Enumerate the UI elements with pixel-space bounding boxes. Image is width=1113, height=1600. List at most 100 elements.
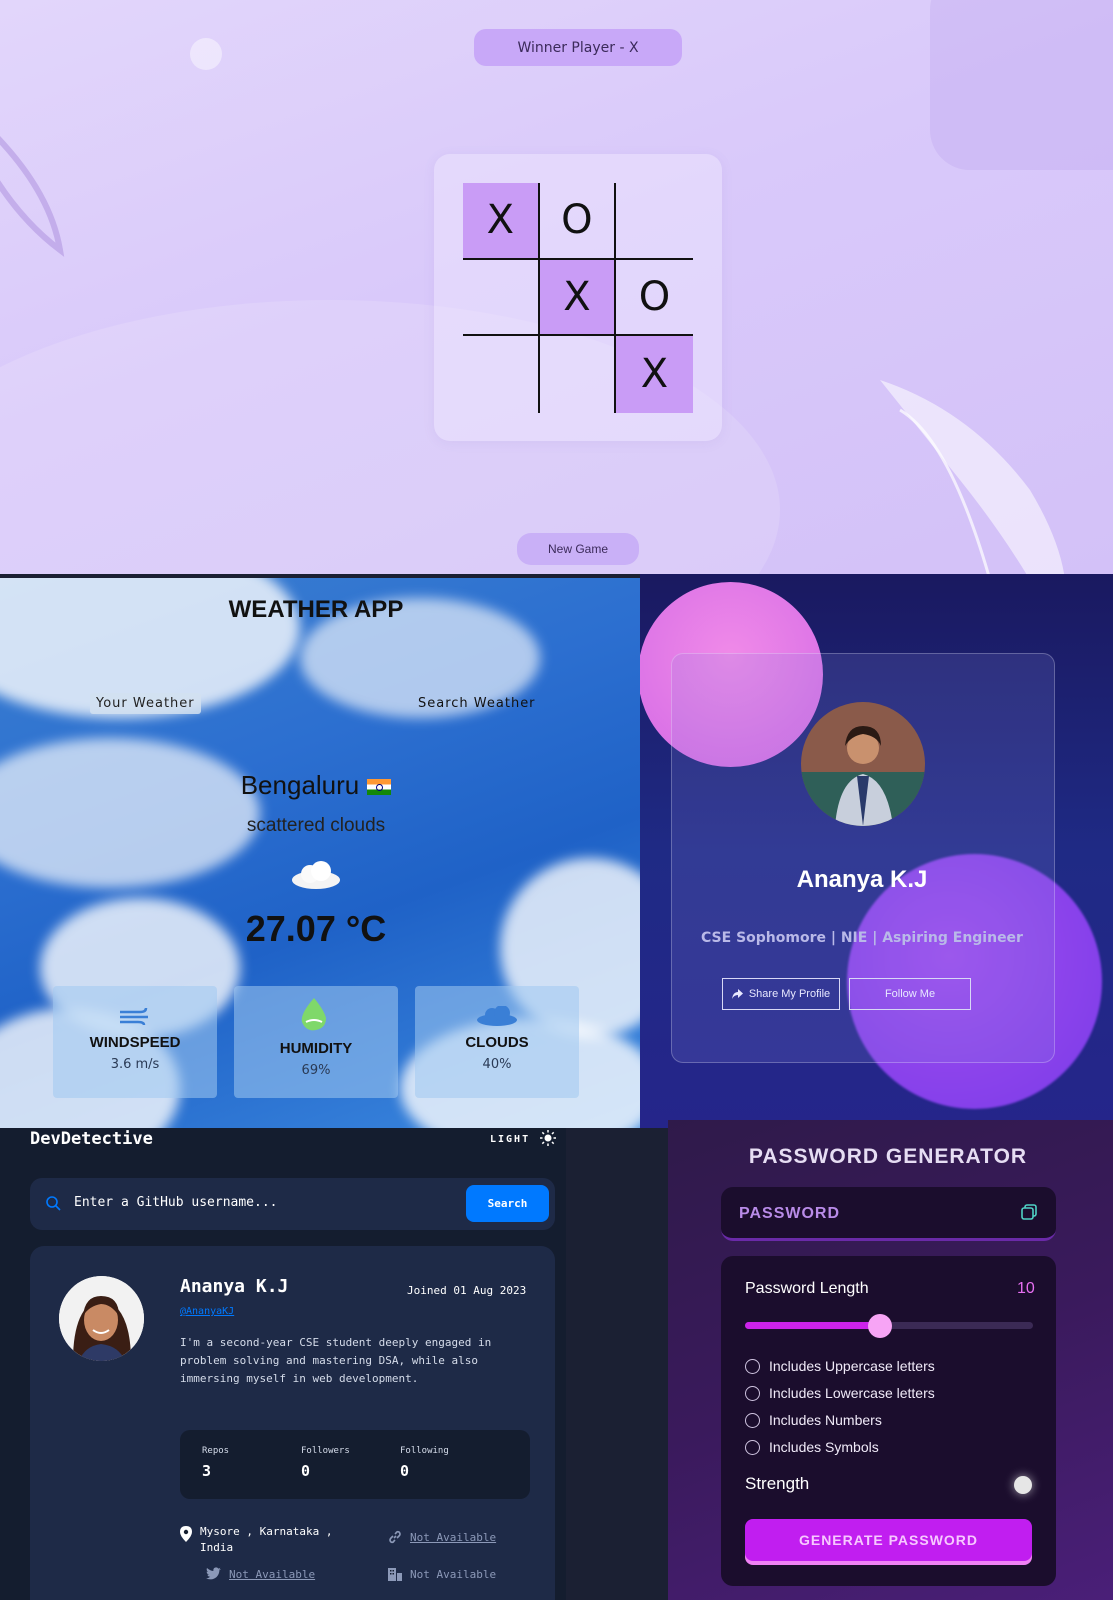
- search-bar: Enter a GitHub username... Search: [30, 1178, 555, 1230]
- profile-tagline: CSE Sophomore | NIE | Aspiring Engineer: [701, 930, 1023, 946]
- stat-value: 0: [400, 1462, 410, 1480]
- checkbox[interactable]: [745, 1439, 760, 1455]
- follow-button[interactable]: Follow Me: [849, 978, 971, 1010]
- option-label: Includes Numbers: [769, 1412, 882, 1428]
- stat-value: 0: [301, 1462, 311, 1480]
- profile-avatar: [801, 702, 925, 826]
- board-cell[interactable]: [540, 336, 617, 413]
- checkbox[interactable]: [745, 1385, 760, 1401]
- weather-card-humidity: HUMIDITY 69%: [234, 986, 398, 1098]
- cloud-icon: [477, 1005, 517, 1026]
- generate-password-button[interactable]: GENERATE PASSWORD: [745, 1519, 1032, 1561]
- stat-label: Following: [400, 1446, 449, 1456]
- weather-card-windspeed: WINDSPEED 3.6 m/s: [53, 986, 217, 1098]
- weather-title: WEATHER APP: [228, 596, 404, 623]
- location-pin-icon: [180, 1526, 192, 1542]
- twitter-link[interactable]: Not Available: [229, 1567, 315, 1583]
- copy-icon[interactable]: [1021, 1204, 1037, 1220]
- website-link[interactable]: Not Available: [410, 1530, 496, 1546]
- link-icon: [389, 1530, 401, 1544]
- location-text: Mysore , Karnataka , India: [200, 1525, 333, 1554]
- stat-value: 3: [202, 1462, 212, 1480]
- tab-search-weather[interactable]: Search Weather: [418, 696, 536, 711]
- temperature-readout: 27.07 °C: [245, 908, 387, 949]
- wind-icon: [120, 1007, 148, 1026]
- board-cell[interactable]: [616, 183, 693, 260]
- info-company: Not Available: [388, 1567, 496, 1583]
- building-icon: [388, 1568, 402, 1581]
- new-game-button[interactable]: New Game: [517, 533, 639, 565]
- share-label: Share My Profile: [748, 988, 831, 1000]
- background-shape: [930, 0, 1113, 170]
- city-label: Bengaluru: [240, 770, 360, 800]
- theme-toggle-label[interactable]: LIGHT: [490, 1134, 530, 1145]
- slider-fill: [745, 1322, 881, 1329]
- card-title: CLOUDS: [465, 1034, 529, 1051]
- share-profile-button[interactable]: Share My Profile: [722, 978, 840, 1010]
- stat-label: Repos: [202, 1446, 230, 1456]
- length-label: Password Length: [745, 1280, 869, 1297]
- info-location: Mysore , Karnataka , India: [180, 1524, 350, 1556]
- length-slider[interactable]: [745, 1314, 1033, 1338]
- tic-tac-toe-panel: Winner Player - X X O X O X New Game: [0, 0, 1113, 574]
- weather-description: scattered clouds: [246, 815, 386, 836]
- strength-indicator: [1014, 1476, 1032, 1494]
- joined-date: Joined 01 Aug 2023: [407, 1284, 527, 1297]
- board-cell[interactable]: X: [616, 336, 693, 413]
- sun-icon[interactable]: [540, 1130, 556, 1146]
- generator-title: PASSWORD GENERATOR: [748, 1145, 1028, 1168]
- password-field[interactable]: PASSWORD: [739, 1205, 840, 1223]
- card-title: HUMIDITY: [279, 1040, 353, 1057]
- user-stats: Repos 3 Followers 0 Following 0: [180, 1430, 530, 1499]
- info-twitter: Not Available: [206, 1567, 315, 1583]
- strength-label: Strength: [745, 1474, 810, 1493]
- stat-followers: Followers 0: [301, 1446, 350, 1480]
- card-value: 3.6 m/s: [110, 1057, 160, 1072]
- winner-banner: Winner Player - X: [474, 29, 682, 66]
- board-cell[interactable]: [463, 336, 540, 413]
- sky-cloud: [0, 738, 260, 888]
- weather-app-panel: WEATHER APP Your Weather Search Weather …: [0, 578, 640, 1128]
- card-title: WINDSPEED: [89, 1034, 181, 1051]
- board-cell[interactable]: O: [616, 260, 693, 337]
- option-lowercase[interactable]: Includes Lowercase letters: [745, 1385, 935, 1401]
- leaf-decoration-icon: [0, 136, 65, 257]
- board-cell[interactable]: X: [539, 259, 617, 337]
- stat-repos: Repos 3: [202, 1446, 229, 1480]
- option-uppercase[interactable]: Includes Uppercase letters: [745, 1358, 935, 1374]
- person-photo-icon: [59, 1276, 144, 1361]
- option-numbers[interactable]: Includes Numbers: [745, 1412, 882, 1428]
- search-icon: [46, 1196, 61, 1211]
- profile-name: Ananya K.J: [796, 866, 928, 893]
- weather-card-clouds: CLOUDS 40%: [415, 986, 579, 1098]
- option-symbols[interactable]: Includes Symbols: [745, 1439, 879, 1455]
- game-board: X O X O X: [463, 183, 693, 413]
- share-icon: [731, 989, 743, 999]
- card-value: 40%: [482, 1057, 512, 1072]
- checkbox[interactable]: [745, 1412, 760, 1428]
- board-cell[interactable]: X: [463, 183, 540, 260]
- user-avatar: [59, 1276, 144, 1361]
- option-label: Includes Lowercase letters: [769, 1385, 935, 1401]
- city-name: Bengaluru: [0, 770, 632, 801]
- user-bio: I'm a second-year CSE student deeply eng…: [180, 1336, 492, 1385]
- stat-label: Followers: [301, 1446, 350, 1456]
- profile-card-panel: Ananya K.J CSE Sophomore | NIE | Aspirin…: [640, 574, 1113, 1128]
- password-display: PASSWORD: [721, 1187, 1056, 1241]
- app-title: DevDetective: [30, 1129, 153, 1149]
- company-text: Not Available: [410, 1568, 497, 1581]
- card-value: 69%: [301, 1063, 331, 1078]
- option-label: Includes Uppercase letters: [769, 1358, 935, 1374]
- checkbox[interactable]: [745, 1358, 760, 1374]
- tab-your-weather[interactable]: Your Weather: [90, 693, 201, 714]
- option-label: Includes Symbols: [769, 1439, 879, 1455]
- user-name: Ananya K.J: [180, 1276, 289, 1297]
- user-handle-link[interactable]: @AnanyaKJ: [180, 1306, 234, 1317]
- board-cell[interactable]: O: [539, 183, 617, 260]
- search-button[interactable]: Search: [466, 1185, 549, 1222]
- twitter-icon: [206, 1567, 221, 1580]
- search-input[interactable]: Enter a GitHub username...: [74, 1195, 278, 1210]
- info-website: Not Available: [388, 1530, 496, 1546]
- board-cell[interactable]: [463, 259, 540, 337]
- leaf-decoration-icon: [880, 380, 1065, 574]
